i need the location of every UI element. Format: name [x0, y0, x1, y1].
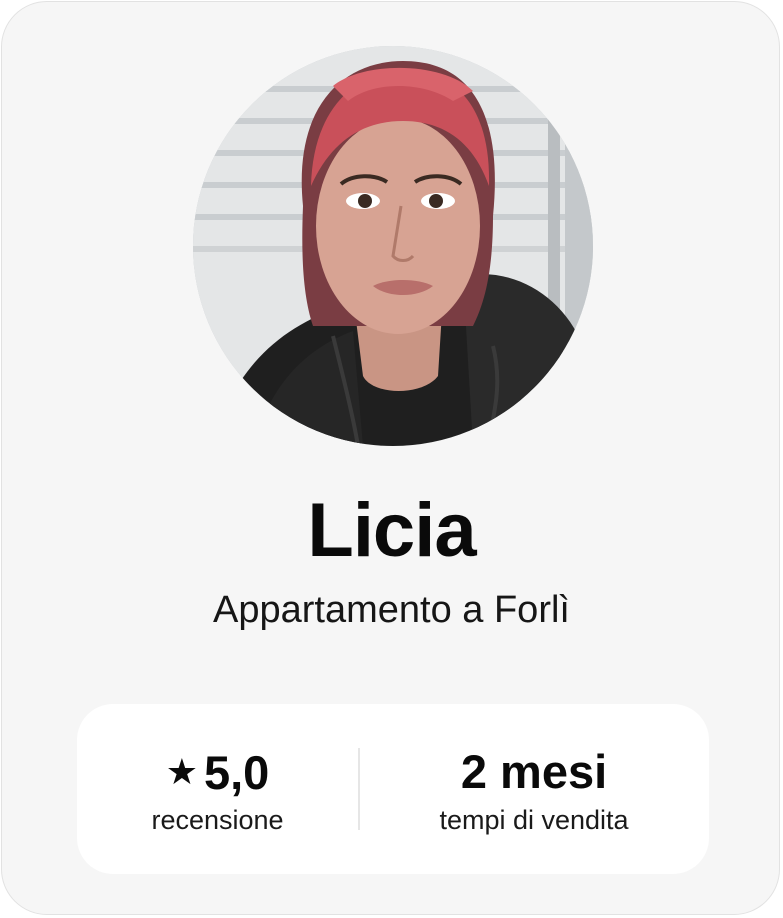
stats-panel: ★ 5,0 recensione 2 mesi tempi di vendita: [77, 704, 709, 874]
rating-stat: ★ 5,0 recensione: [77, 704, 358, 874]
sale-time-value: 2 mesi: [460, 745, 608, 798]
star-icon: ★: [165, 751, 198, 792]
rating-value-row: ★ 5,0: [77, 742, 358, 803]
avatar: [193, 46, 593, 446]
agent-card: Licia Appartamento a Forlì ★ 5,0 recensio…: [1, 1, 780, 915]
sale-time-stat: 2 mesi tempi di vendita: [359, 704, 709, 874]
person-photo-icon: [193, 46, 593, 446]
sale-time-label: tempi di vendita: [439, 805, 629, 835]
profile-subtitle: Appartamento a Forlì: [213, 589, 570, 631]
profile-name: Licia: [307, 488, 476, 573]
rating-label: recensione: [151, 805, 284, 835]
rating-value: 5,0: [203, 746, 270, 799]
